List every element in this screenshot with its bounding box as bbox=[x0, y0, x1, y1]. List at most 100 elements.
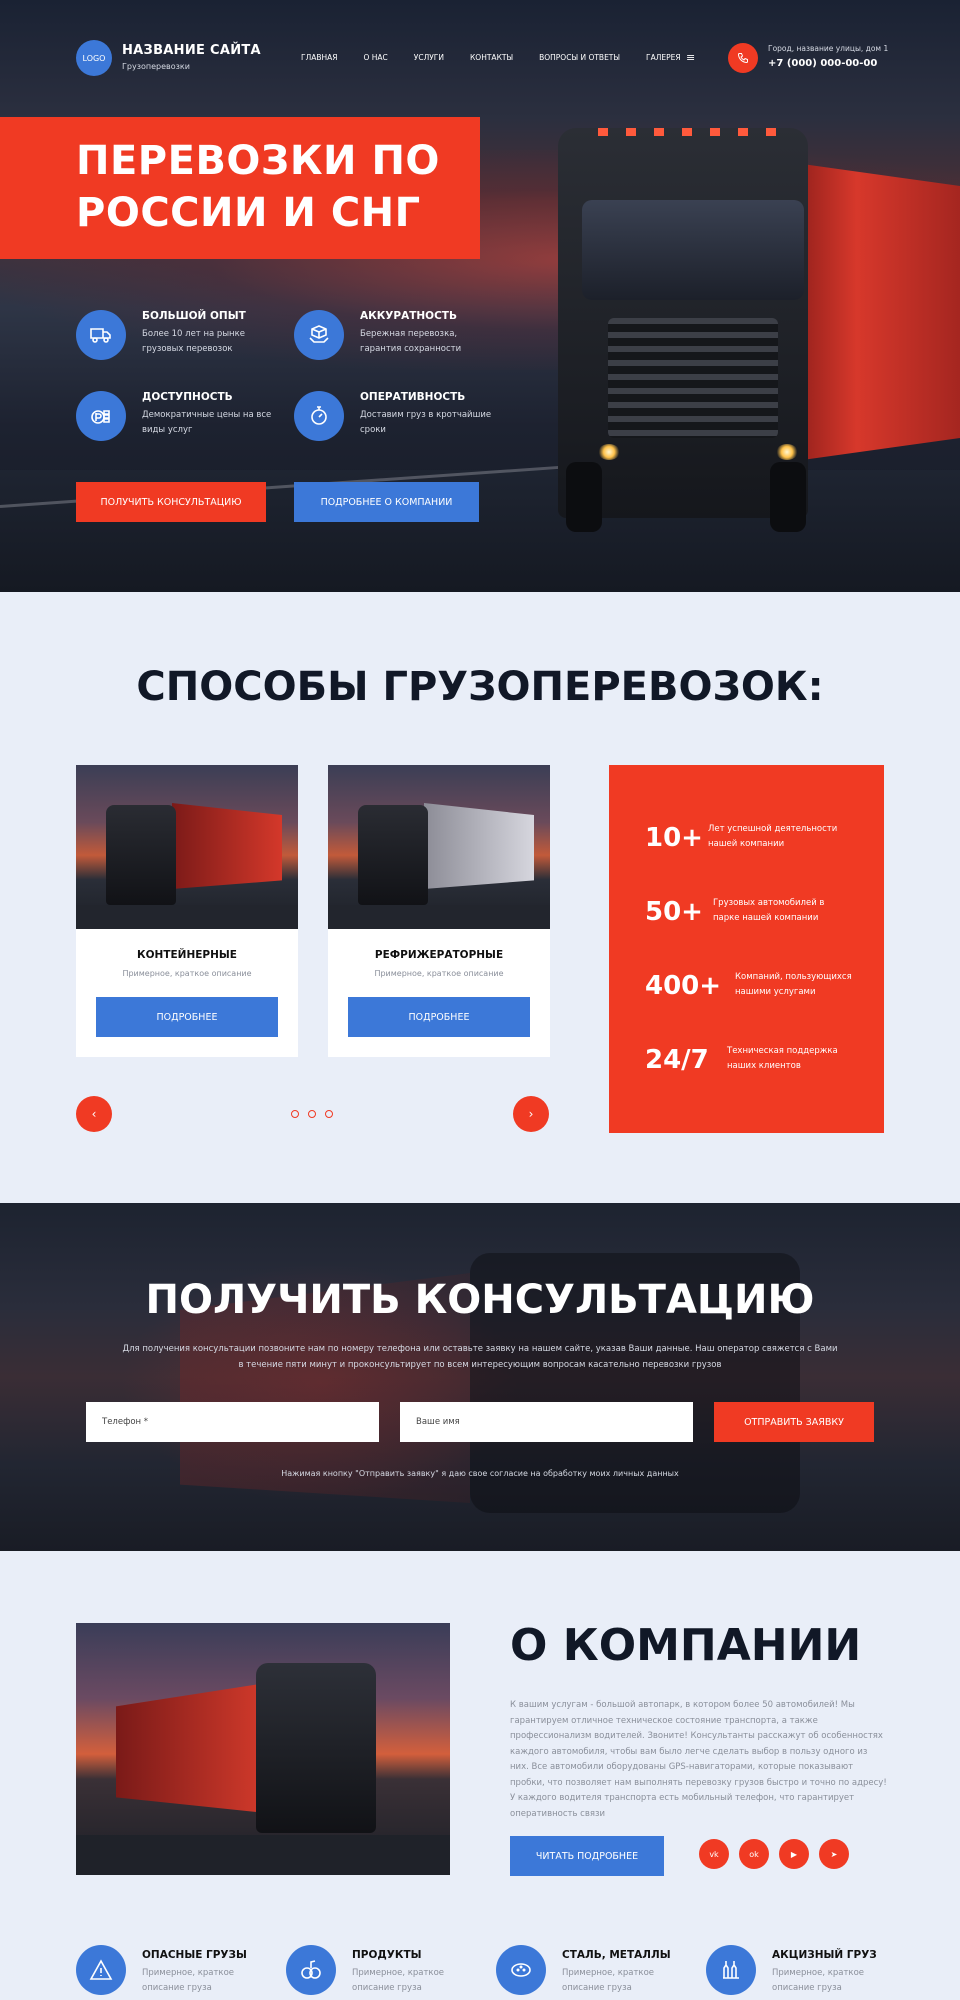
truck-headlight-left bbox=[598, 444, 620, 460]
slider-dot[interactable] bbox=[308, 1110, 316, 1118]
slider-dot[interactable] bbox=[325, 1110, 333, 1118]
name-input[interactable] bbox=[400, 1402, 693, 1442]
feature-experience: БОЛЬШОЙ ОПЫТ Более 10 лет на рынке грузо… bbox=[76, 310, 286, 362]
stat-text: Техническая поддержка наших клиентов bbox=[727, 1046, 838, 1071]
phone-icon bbox=[737, 53, 748, 64]
consult-title: ПОЛУЧИТЬ КОНСУЛЬТАЦИЮ bbox=[145, 1277, 815, 1323]
consult-text: Для получения консультации позвоните нам… bbox=[122, 1344, 838, 1370]
submit-request-button[interactable]: ОТПРАВИТЬ ЗАЯВКУ bbox=[714, 1402, 874, 1442]
hero-consult-button[interactable]: ПОЛУЧИТЬ КОНСУЛЬТАЦИЮ bbox=[76, 482, 266, 522]
cargo-title: АКЦИЗНЫЙ ГРУЗ bbox=[772, 1949, 877, 1961]
read-more-button[interactable]: ЧИТАТЬ ПОДРОБНЕЕ bbox=[510, 1836, 664, 1876]
truck-icon bbox=[76, 310, 126, 360]
slider-next-button[interactable]: › bbox=[513, 1096, 549, 1132]
telegram-icon[interactable]: ➤ bbox=[819, 1839, 849, 1869]
stat-number: 400+ bbox=[645, 971, 722, 1001]
coins-icon bbox=[76, 391, 126, 441]
photo-trailer bbox=[172, 803, 282, 889]
about-photo bbox=[76, 1623, 450, 1875]
site-title[interactable]: НАЗВАНИЕ САЙТА bbox=[122, 43, 261, 58]
feature-title: БОЛЬШОЙ ОПЫТ bbox=[142, 310, 246, 322]
cargo-item-dangerous: ОПАСНЫЕ ГРУЗЫ Примерное, краткое описани… bbox=[76, 1945, 276, 2000]
cargo-item-products: ПРОДУКТЫ Примерное, краткое описание гру… bbox=[286, 1945, 486, 2000]
consent-note: Нажимая кнопку "Отправить заявку" я даю … bbox=[281, 1469, 679, 1478]
service-card-button[interactable]: ПОДРОБНЕЕ bbox=[348, 997, 530, 1037]
site-subtitle: Грузоперевозки bbox=[122, 62, 190, 71]
menu-icon[interactable]: ≡ bbox=[686, 51, 695, 64]
header-address: Город, название улицы, дом 1 bbox=[768, 44, 889, 53]
cargo-item-steel: СТАЛЬ, МЕТАЛЛЫ Примерное, краткое описан… bbox=[496, 1945, 696, 2000]
main-nav: ГЛАВНАЯ О НАС УСЛУГИ КОНТАКТЫ ВОПРОСЫ И … bbox=[301, 53, 707, 62]
cargo-title: СТАЛЬ, МЕТАЛЛЫ bbox=[562, 1949, 671, 1961]
slider-dot[interactable] bbox=[291, 1110, 299, 1118]
stats-panel: 10+ Лет успешной деятельности нашей комп… bbox=[609, 765, 884, 1133]
slider-prev-button[interactable]: ‹ bbox=[76, 1096, 112, 1132]
cargo-text: Примерное, краткое описание груза bbox=[142, 1968, 234, 1993]
truck-headlight-right bbox=[776, 444, 798, 460]
photo-trailer bbox=[424, 803, 534, 889]
ok-icon[interactable]: ok bbox=[739, 1839, 769, 1869]
nav-item-services[interactable]: УСЛУГИ bbox=[414, 53, 444, 62]
truck-trailer bbox=[788, 162, 960, 462]
feature-text: Демократичные цены на все виды услуг bbox=[142, 410, 272, 435]
truck-windshield bbox=[582, 200, 804, 300]
nav-item-home[interactable]: ГЛАВНАЯ bbox=[301, 53, 337, 62]
hero-section: LOGO НАЗВАНИЕ САЙТА Грузоперевозки ГЛАВН… bbox=[0, 0, 960, 592]
truck-cab bbox=[558, 128, 808, 518]
nav-item-about[interactable]: О НАС bbox=[363, 53, 387, 62]
nav-item-faq[interactable]: ВОПРОСЫ И ОТВЕТЫ bbox=[539, 53, 620, 62]
cargo-title: ОПАСНЫЕ ГРУЗЫ bbox=[142, 1949, 247, 1961]
truck-top-lights bbox=[598, 128, 788, 136]
logo[interactable]: LOGO bbox=[76, 40, 112, 76]
cargo-text: Примерное, краткое описание груза bbox=[352, 1968, 444, 1993]
services-title: СПОСОБЫ ГРУЗОПЕРЕВОЗОК: bbox=[136, 664, 824, 710]
photo-trailer bbox=[116, 1683, 266, 1813]
phone-call-button[interactable] bbox=[728, 43, 758, 73]
photo-road bbox=[328, 905, 550, 929]
photo-cab bbox=[256, 1663, 376, 1833]
feature-title: АККУРАТНОСТЬ bbox=[360, 310, 457, 322]
feature-title: ДОСТУПНОСТЬ bbox=[142, 391, 233, 403]
warning-icon bbox=[76, 1945, 126, 1995]
photo-cab bbox=[106, 805, 176, 905]
truck-grille bbox=[608, 318, 778, 438]
truck-wheel bbox=[566, 462, 602, 532]
header-phone[interactable]: +7 (000) 000-00-00 bbox=[768, 58, 877, 69]
feature-accuracy: АККУРАТНОСТЬ Бережная перевозка, гаранти… bbox=[294, 310, 504, 362]
bottles-icon bbox=[706, 1945, 756, 1995]
consult-section: ПОЛУЧИТЬ КОНСУЛЬТАЦИЮ Для получения конс… bbox=[0, 1203, 960, 1551]
about-text: К вашим услугам - большой автопарк, в ко… bbox=[510, 1700, 887, 1819]
service-card-desc: Примерное, краткое описание bbox=[122, 969, 252, 978]
hero-about-button[interactable]: ПОДРОБНЕЕ О КОМПАНИИ bbox=[294, 482, 479, 522]
service-card-container: КОНТЕЙНЕРНЫЕ Примерное, краткое описание… bbox=[76, 765, 298, 1057]
nav-item-contacts[interactable]: КОНТАКТЫ bbox=[470, 53, 513, 62]
service-card-title: КОНТЕЙНЕРНЫЕ bbox=[137, 949, 237, 961]
site-header: LOGO НАЗВАНИЕ САЙТА Грузоперевозки ГЛАВН… bbox=[76, 40, 888, 76]
stat-number: 10+ bbox=[645, 823, 703, 853]
hero-truck-image bbox=[548, 122, 960, 542]
stat-text: Компаний, пользующихся нашими услугами bbox=[735, 972, 852, 997]
phone-input[interactable] bbox=[86, 1402, 379, 1442]
stat-number: 24/7 bbox=[645, 1045, 709, 1075]
cargo-text: Примерное, краткое описание груза bbox=[772, 1968, 864, 1993]
service-card-photo bbox=[76, 765, 298, 929]
cargo-title: ПРОДУКТЫ bbox=[352, 1949, 422, 1961]
photo-road bbox=[76, 1835, 450, 1875]
service-card-photo bbox=[328, 765, 550, 929]
hero-title-box: ПЕРЕВОЗКИ ПО РОССИИ И СНГ bbox=[0, 117, 480, 259]
steel-icon bbox=[496, 1945, 546, 1995]
service-card-desc: Примерное, краткое описание bbox=[374, 969, 504, 978]
box-hands-icon bbox=[294, 310, 344, 360]
feature-text: Доставим груз в кротчайшие сроки bbox=[360, 410, 492, 435]
feature-text: Более 10 лет на рынке грузовых перевозок bbox=[142, 329, 245, 354]
nav-item-gallery[interactable]: ГАЛЕРЕЯ bbox=[646, 53, 681, 62]
cargo-text: Примерное, краткое описание груза bbox=[562, 1968, 654, 1993]
stat-text: Лет успешной деятельности нашей компании bbox=[708, 824, 838, 849]
about-title: О КОМПАНИИ bbox=[510, 1620, 862, 1671]
youtube-icon[interactable]: ▶ bbox=[779, 1839, 809, 1869]
stat-number: 50+ bbox=[645, 897, 703, 927]
vk-icon[interactable]: vk bbox=[699, 1839, 729, 1869]
service-card-title: РЕФРИЖЕРАТОРНЫЕ bbox=[374, 949, 504, 961]
photo-cab bbox=[358, 805, 428, 905]
service-card-button[interactable]: ПОДРОБНЕЕ bbox=[96, 997, 278, 1037]
